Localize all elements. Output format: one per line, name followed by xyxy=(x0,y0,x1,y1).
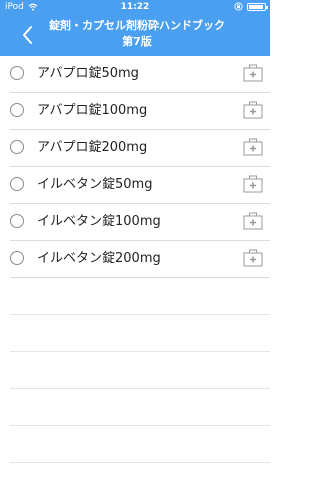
page-title: 錠剤・カプセル剤粉砕ハンドブック第7版 xyxy=(49,19,225,48)
radio-button[interactable] xyxy=(10,66,24,80)
list-item[interactable]: イルベタン錠50mg xyxy=(10,167,270,204)
drug-name: アバプロ錠200mg xyxy=(37,140,148,155)
list-item[interactable]: イルベタン錠100mg xyxy=(10,204,270,241)
radio-button[interactable] xyxy=(10,177,24,191)
chevron-left-icon[interactable] xyxy=(20,25,36,45)
battery-level xyxy=(249,4,263,9)
battery-icon xyxy=(247,2,268,11)
medical-kit-icon[interactable] xyxy=(243,138,263,156)
radio-button[interactable] xyxy=(10,140,24,154)
radio-button[interactable] xyxy=(10,251,24,265)
status-bar: iPod 11:22 xyxy=(0,0,270,14)
medical-kit-icon[interactable] xyxy=(243,249,263,267)
drug-name: アバプロ錠100mg xyxy=(37,103,148,118)
empty-row xyxy=(10,315,270,352)
list-item[interactable]: アバプロ錠100mg xyxy=(10,93,270,130)
list-item[interactable]: アバプロ錠200mg xyxy=(10,130,270,167)
empty-row xyxy=(10,389,270,426)
empty-row xyxy=(10,426,270,463)
empty-row xyxy=(10,278,270,315)
rotation-lock-icon xyxy=(234,2,243,11)
list-item[interactable]: アバプロ錠50mg xyxy=(10,56,270,93)
medical-kit-icon[interactable] xyxy=(243,101,263,119)
drug-name: イルベタン錠50mg xyxy=(37,177,153,192)
medical-kit-icon[interactable] xyxy=(243,212,263,230)
drug-name: アバプロ錠50mg xyxy=(37,66,139,81)
empty-row xyxy=(10,352,270,389)
medical-kit-icon[interactable] xyxy=(243,64,263,82)
status-right-group xyxy=(234,2,268,11)
status-time: 11:22 xyxy=(120,2,150,12)
list-item[interactable]: イルベタン錠200mg xyxy=(10,241,270,278)
header: iPod 11:22 錠剤・カプセル剤粉砕ハンドブック第7版 xyxy=(0,0,270,56)
nav-bar: 錠剤・カプセル剤粉砕ハンドブック第7版 xyxy=(0,14,270,56)
drug-list: アバプロ錠50mg アバプロ錠100mg アバプロ錠200mg イルベタン錠50… xyxy=(0,56,270,463)
radio-button[interactable] xyxy=(10,103,24,117)
medical-kit-icon[interactable] xyxy=(243,175,263,193)
radio-button[interactable] xyxy=(10,214,24,228)
drug-name: イルベタン錠100mg xyxy=(37,214,161,229)
drug-name: イルベタン錠200mg xyxy=(37,251,161,266)
